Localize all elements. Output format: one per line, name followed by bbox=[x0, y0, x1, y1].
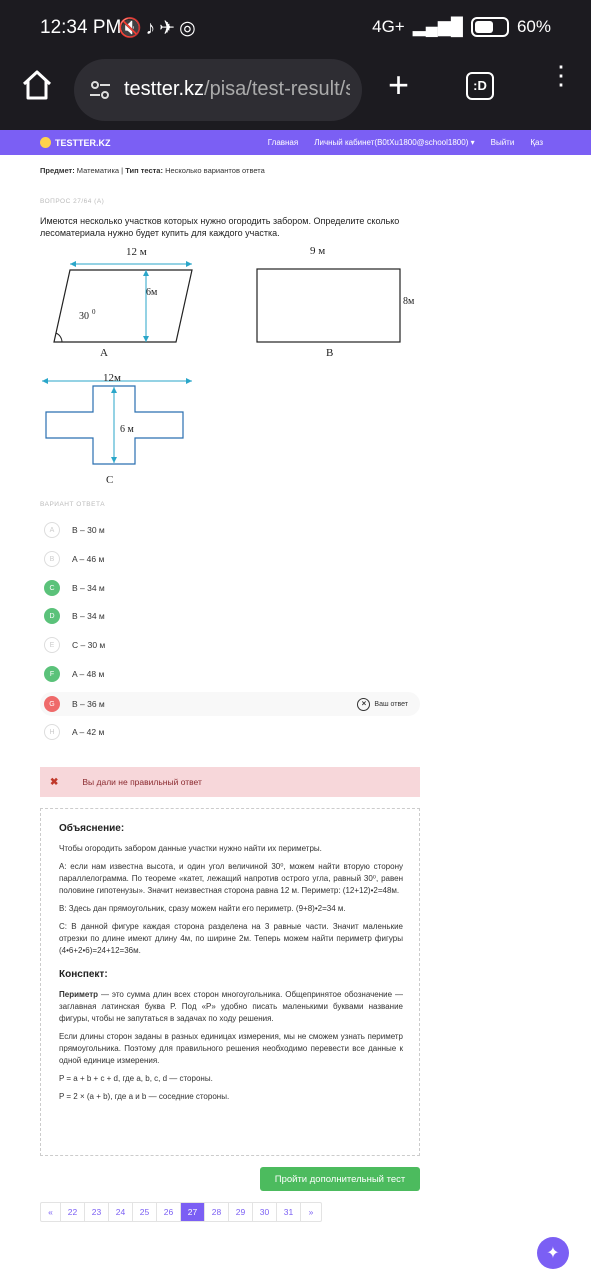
figure-c-top-label: 12м bbox=[103, 372, 121, 384]
question-number: ВОПРОС 27/64 (А) bbox=[40, 198, 105, 205]
wrong-answer-alert: ✖ Вы дали не правильный ответ bbox=[40, 767, 420, 797]
figure-a-angle-label: 30 bbox=[79, 311, 89, 322]
nav-home-link[interactable]: Главная bbox=[268, 138, 298, 147]
pager-item[interactable]: 29 bbox=[229, 1203, 253, 1221]
explanation-title: Объяснение: bbox=[59, 823, 125, 834]
pager-prev[interactable]: « bbox=[41, 1203, 61, 1221]
answer-option-g[interactable]: GB – 36 м × Ваш ответ bbox=[40, 692, 420, 716]
close-circle-icon: × bbox=[357, 697, 371, 711]
home-icon[interactable] bbox=[20, 68, 54, 102]
explanation-p3: B: Здесь дан прямоугольник, сразу можем … bbox=[59, 904, 346, 913]
test-meta: Предмет: Математика | Тип теста: Несколь… bbox=[40, 166, 265, 175]
tab-switcher-icon[interactable]: :D bbox=[466, 72, 494, 100]
figure-c: 12м 6 м C bbox=[42, 372, 192, 486]
figure-b-label: B bbox=[326, 347, 333, 359]
more-menu-icon[interactable]: ⋮ bbox=[548, 62, 574, 88]
answer-option-h[interactable]: HA – 42 м bbox=[40, 720, 420, 744]
new-tab-icon[interactable]: + bbox=[388, 67, 409, 103]
logo-icon bbox=[40, 137, 51, 148]
sparkle-icon: ✦ bbox=[546, 1245, 560, 1262]
figure-a-top-label: 12 м bbox=[126, 246, 147, 258]
notification-icons: 🔇♪✈◎ bbox=[118, 18, 200, 39]
explanation-p4: C: В данной фигуре каждая сторона раздел… bbox=[59, 922, 403, 955]
nav-logout-link[interactable]: Выйти bbox=[491, 138, 515, 147]
question-text: Имеются несколько участков которых нужно… bbox=[40, 216, 400, 238]
pager-item[interactable]: 22 bbox=[61, 1203, 85, 1221]
status-bar: 12:34 PM 🔇♪✈◎ 4G+ ▂▄▆█ 60% bbox=[0, 0, 591, 56]
figure-b: 9 м 8м B bbox=[256, 245, 415, 359]
error-icon: ✖ bbox=[50, 776, 59, 788]
correct-badge: F bbox=[44, 666, 60, 682]
site-logo[interactable]: TESTTER.KZ bbox=[40, 137, 111, 148]
konspekt-title: Конспект: bbox=[59, 969, 108, 980]
question-figures: 12 м 6м 30 0 A 9 м 8м B 12м 6 м C bbox=[42, 245, 415, 486]
answer-option-b[interactable]: BA – 46 м bbox=[40, 547, 420, 571]
browser-toolbar: testter.kz/pisa/test-result/s + :D ⋮ bbox=[0, 56, 591, 130]
konspekt-p2: Если длины сторон заданы в разных единиц… bbox=[59, 1032, 403, 1065]
pager-item[interactable]: 30 bbox=[253, 1203, 277, 1221]
site-navbar: TESTTER.KZ Главная Личный кабинет(B0tXu1… bbox=[0, 130, 591, 155]
answer-option-f[interactable]: FA – 48 м bbox=[40, 662, 420, 686]
figure-a-height-label: 6м bbox=[146, 287, 158, 298]
pager-item[interactable]: 28 bbox=[205, 1203, 229, 1221]
answer-options-label: ВАРИАНТ ОТВЕТА bbox=[40, 501, 106, 508]
explanation-p2: A: если нам известна высота, и один угол… bbox=[59, 862, 403, 895]
explanation-box: Объяснение: Чтобы огородить забором данн… bbox=[40, 808, 420, 1156]
nav-language-link[interactable]: Қаз bbox=[530, 138, 543, 147]
your-answer-marker: × Ваш ответ bbox=[357, 697, 408, 711]
figure-c-height-label: 6 м bbox=[120, 424, 135, 435]
pager-item[interactable]: 31 bbox=[277, 1203, 301, 1221]
ai-sparkle-button[interactable]: ✦ bbox=[537, 1237, 569, 1269]
correct-badge: C bbox=[44, 580, 60, 596]
pager-item[interactable]: 26 bbox=[157, 1203, 181, 1221]
battery-level: 60% bbox=[516, 17, 551, 36]
pager-item-current[interactable]: 27 bbox=[181, 1203, 205, 1221]
network-indicator: 4G+ bbox=[372, 17, 405, 36]
konspekt-p1: Периметр — это сумма длин всех сторон мн… bbox=[59, 990, 403, 1023]
pager-item[interactable]: 25 bbox=[133, 1203, 157, 1221]
correct-badge: D bbox=[44, 608, 60, 624]
answer-option-c[interactable]: CB – 34 м bbox=[40, 576, 420, 600]
status-right: 4G+ ▂▄▆█ 60% bbox=[372, 17, 551, 37]
url-text: testter.kz/pisa/test-result/s bbox=[124, 78, 350, 100]
figure-a-label: A bbox=[100, 347, 108, 359]
nav-links: Главная Личный кабинет(B0tXu1800@school1… bbox=[268, 138, 543, 147]
extra-test-button[interactable]: Пройти дополнительный тест bbox=[260, 1167, 420, 1191]
nav-account-link[interactable]: Личный кабинет(B0tXu1800@school1800) ▾ bbox=[314, 138, 474, 147]
figure-c-label: C bbox=[106, 474, 113, 486]
wrong-badge: G bbox=[44, 696, 60, 712]
figure-a-angle-degree: 0 bbox=[92, 308, 96, 316]
battery-icon bbox=[470, 17, 509, 37]
answer-option-a[interactable]: AB – 30 м bbox=[40, 518, 420, 542]
signal-icon: ▂▄▆█ bbox=[412, 17, 463, 36]
konspekt-formula-1: P = a + b + c + d, где a, b, c, d — стор… bbox=[59, 1074, 213, 1083]
site-settings-icon[interactable] bbox=[88, 78, 112, 102]
explanation-p1: Чтобы огородить забором данные участки н… bbox=[59, 844, 322, 853]
pager-item[interactable]: 23 bbox=[85, 1203, 109, 1221]
pagination: « 22 23 24 25 26 27 28 29 30 31 » bbox=[40, 1202, 322, 1222]
status-time: 12:34 PM bbox=[40, 17, 122, 38]
answer-option-e[interactable]: EC – 30 м bbox=[40, 633, 420, 657]
answer-option-d[interactable]: DB – 34 м bbox=[40, 604, 420, 628]
pager-item[interactable]: 24 bbox=[109, 1203, 133, 1221]
konspekt-formula-2: P = 2 × (a + b), где a и b — соседние ст… bbox=[59, 1092, 230, 1101]
address-bar[interactable]: testter.kz/pisa/test-result/s bbox=[74, 59, 362, 121]
figure-a: 12 м 6м 30 0 A bbox=[53, 246, 193, 359]
figure-b-right-label: 8м bbox=[403, 296, 415, 307]
figure-b-top-label: 9 м bbox=[310, 245, 325, 257]
pager-next[interactable]: » bbox=[301, 1203, 321, 1221]
